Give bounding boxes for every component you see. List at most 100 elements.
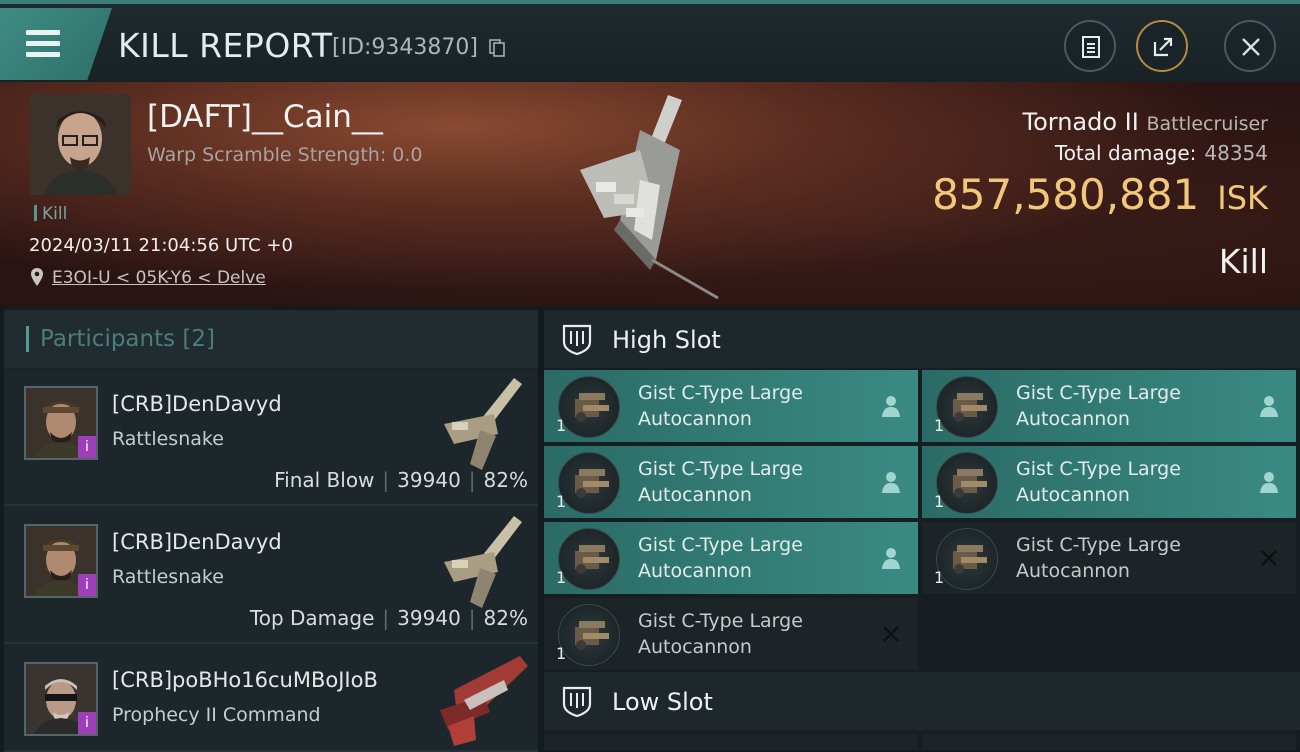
share-button[interactable]	[1136, 20, 1188, 72]
low-slot-header: Low Slot	[544, 672, 1300, 730]
participant-row[interactable]: i [CRB]poBHo16cuMBoJIoB Prophecy II Comm…	[4, 646, 538, 752]
participant-avatar[interactable]: i	[24, 386, 98, 460]
module-name-line1: Gist C-Type Large	[638, 534, 803, 556]
participant-ship-image	[444, 378, 522, 470]
high-slot-title: High Slot	[612, 326, 721, 354]
module-name-line2: Autocannon	[1016, 408, 1130, 430]
header-bar: KILL REPORT [ID:9343870]	[0, 0, 1300, 82]
isk-amount: 857,580,881	[932, 170, 1200, 219]
total-damage-label: Total damage:	[1054, 141, 1197, 165]
victim-name[interactable]: [DAFT]__Cain__	[147, 99, 383, 135]
victim-avatar[interactable]	[30, 94, 131, 195]
share-icon	[1153, 37, 1173, 57]
total-damage: Total damage: 48354	[1055, 141, 1268, 165]
fitted-person-icon	[1260, 396, 1278, 417]
participant-row[interactable]: i [CRB]DenDavyd Rattlesnake Top Damage | 3…	[4, 508, 538, 644]
module-item[interactable]: 1 Gist C-Type Large Autocannon	[544, 370, 918, 442]
info-badge-icon: i	[78, 712, 96, 734]
module-name: Gist C-Type Large Autocannon	[638, 456, 868, 508]
participant-avatar[interactable]: i	[24, 662, 98, 736]
participant-stats: Final Blow | 39940 | 82%	[274, 468, 528, 492]
module-name-line2: Autocannon	[638, 408, 752, 430]
participant-ship-image	[440, 656, 528, 746]
module-name-line2: Autocannon	[638, 560, 752, 582]
module-quantity: 1	[934, 416, 945, 435]
module-item[interactable]: 1 Gist C-Type Large Autocannon	[922, 446, 1296, 518]
module-item[interactable]: 1 Gist C-Type Large Autocannon	[544, 522, 918, 594]
low-slot-module-partial[interactable]	[922, 734, 1296, 750]
close-button[interactable]	[1224, 20, 1276, 72]
total-damage-value: 48354	[1204, 141, 1268, 165]
warp-scramble-strength: Warp Scramble Strength: 0.0	[147, 144, 423, 166]
kill-timestamp: 2024/03/11 21:04:56 UTC +0	[29, 235, 293, 256]
module-quantity: 1	[556, 644, 567, 663]
participant-ship: Rattlesnake	[112, 566, 224, 588]
module-name: Gist C-Type Large Autocannon	[638, 608, 868, 660]
module-item[interactable]: 1 Gist C-Type Large Autocannon	[544, 446, 918, 518]
module-name-line2: Autocannon	[1016, 484, 1130, 506]
module-quantity: 1	[556, 416, 567, 435]
participant-avatar[interactable]: i	[24, 524, 98, 598]
close-icon	[1242, 38, 1260, 56]
autocannon-icon	[558, 376, 620, 438]
high-slot-header: High Slot	[544, 310, 1300, 368]
module-name-line2: Autocannon	[638, 484, 752, 506]
fitted-person-icon	[882, 472, 900, 493]
participant-damage: 39940	[397, 468, 461, 492]
module-name-line1: Gist C-Type Large	[638, 458, 803, 480]
module-name-line1: Gist C-Type Large	[1016, 458, 1181, 480]
participant-damage: 39940	[397, 606, 461, 630]
participant-name[interactable]: [CRB]DenDavyd	[112, 530, 282, 554]
module-name: Gist C-Type Large Autocannon	[1016, 456, 1246, 508]
low-slot-icon	[562, 686, 592, 718]
result-label: Kill	[1218, 242, 1268, 281]
victim-ship-image	[580, 95, 719, 300]
module-item[interactable]: 1 Gist C-Type Large Autocannon	[922, 370, 1296, 442]
participants-header: Participants [2]	[4, 310, 538, 368]
participant-row[interactable]: i [CRB]DenDavyd Rattlesnake Final Blow | 3…	[4, 370, 538, 506]
kill-tag: Kill	[34, 204, 67, 224]
participant-role: Top Damage	[249, 606, 375, 630]
menu-button[interactable]	[0, 8, 112, 80]
destroyed-x-icon	[1261, 550, 1277, 566]
hamburger-menu-icon	[26, 30, 60, 58]
ship-type: Tornado II Battlecruiser	[1022, 108, 1268, 136]
module-quantity: 1	[934, 568, 945, 587]
autocannon-icon	[936, 528, 998, 590]
module-name-line2: Autocannon	[638, 636, 752, 658]
location-pin-icon	[31, 268, 43, 286]
fitting-panel: High Slot 1 Gist C-Type Large Autocannon …	[544, 310, 1300, 750]
isk-unit: ISK	[1217, 179, 1268, 217]
module-quantity: 1	[556, 492, 567, 511]
module-name-line1: Gist C-Type Large	[638, 610, 803, 632]
fitted-person-icon	[882, 548, 900, 569]
module-quantity: 1	[934, 492, 945, 511]
module-name-line1: Gist C-Type Large	[638, 382, 803, 404]
participant-name[interactable]: [CRB]DenDavyd	[112, 392, 282, 416]
report-id: [ID:9343870]	[332, 35, 478, 60]
participant-ship-image	[444, 516, 522, 608]
autocannon-icon	[936, 376, 998, 438]
location-link[interactable]: E3OI-U < 05K-Y6 < Delve	[52, 268, 266, 288]
participant-stats: Top Damage | 39940 | 82%	[249, 606, 528, 630]
module-name: Gist C-Type Large Autocannon	[638, 380, 868, 432]
participant-name[interactable]: [CRB]poBHo16cuMBoJIoB	[112, 668, 378, 692]
participant-percent: 82%	[483, 606, 528, 630]
module-item[interactable]: 1 Gist C-Type Large Autocannon	[922, 522, 1296, 594]
module-item[interactable]: 1 Gist C-Type Large Autocannon	[544, 598, 918, 670]
autocannon-icon	[558, 452, 620, 514]
low-slot-title: Low Slot	[612, 688, 713, 716]
participants-panel: Participants [2] i [CRB]DenDavyd Rattles…	[4, 310, 538, 752]
info-badge-icon: i	[78, 436, 96, 458]
participant-ship: Rattlesnake	[112, 428, 224, 450]
participant-role: Final Blow	[274, 468, 375, 492]
autocannon-icon	[558, 604, 620, 666]
autocannon-icon	[936, 452, 998, 514]
low-slot-module-partial[interactable]	[544, 734, 918, 750]
participant-percent: 82%	[483, 468, 528, 492]
header-accent-bar	[26, 326, 29, 352]
copy-icon[interactable]	[489, 39, 505, 57]
module-name-line1: Gist C-Type Large	[1016, 534, 1181, 556]
participant-ship: Prophecy II Command	[112, 704, 321, 726]
clipboard-button[interactable]	[1064, 20, 1116, 72]
